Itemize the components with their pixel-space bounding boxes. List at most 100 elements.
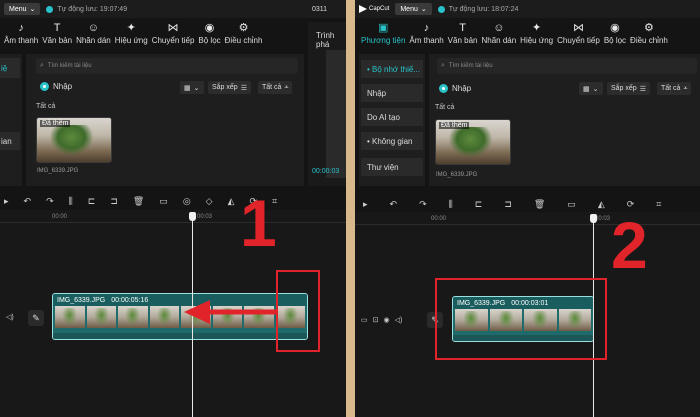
trim-left-icon[interactable]: ⊏ [88, 196, 96, 207]
text-icon: T [53, 22, 61, 34]
tool-label: Bộ lọc [603, 36, 627, 45]
sort-icon: ☰ [639, 85, 646, 93]
menu-button[interactable]: Menu ⌄ [4, 3, 41, 15]
tool-adjust[interactable]: ⚙ Điều chỉnh [223, 22, 265, 52]
media-thumbnail[interactable]: Đã thêm [36, 117, 112, 163]
tool-filters[interactable]: ◉ Bộ lọc [196, 22, 222, 52]
step-number: 2 [611, 208, 648, 282]
redo-icon[interactable]: ↷ [46, 196, 54, 207]
filter-button[interactable]: Tất cả ⩡ [657, 82, 692, 95]
view-toggle[interactable]: ▦ ⌄ [579, 82, 603, 95]
app-name: CapCut [369, 6, 390, 12]
side-item-library[interactable]: Thư viện [361, 158, 423, 176]
menu-label: Menu [400, 5, 418, 13]
trim-right-icon[interactable]: ⊐ [504, 199, 512, 210]
tool-effects[interactable]: ✦ Hiệu ứng [113, 22, 150, 52]
filter-button[interactable]: Tất cả ⩡ [258, 81, 293, 94]
import-label: Nhập [452, 84, 472, 93]
tool-audio[interactable]: ♪ Âm thanh [407, 22, 445, 52]
sort-button[interactable]: Sắp xếp ☰ [607, 82, 650, 95]
trim-left-icon[interactable]: ⊏ [475, 199, 483, 210]
app-logo: CapCut [359, 5, 389, 13]
ruler-line [355, 224, 700, 225]
import-button[interactable]: Nhập [439, 84, 471, 93]
side-item-label: • Không gian [367, 136, 413, 146]
tool-effects[interactable]: ✦ Hiệu ứng [518, 22, 555, 52]
search-placeholder: Tìm kiếm tài liệu [448, 63, 493, 69]
cover-icon[interactable]: ▭ [361, 316, 368, 324]
side-item-local[interactable]: • Bộ nhớ thiế... [361, 60, 423, 78]
cloud-save-icon [437, 5, 445, 13]
save-status-text: Tự động lưu: 19:07:49 [57, 5, 128, 13]
tool-text[interactable]: T Văn bản [446, 22, 480, 52]
side-item-import[interactable]: Nhập [361, 84, 423, 102]
edit-cover-icon[interactable]: ✎ [28, 310, 44, 326]
delete-icon[interactable]: 🗑 [133, 196, 144, 207]
track-audio-icon[interactable]: ◁) [395, 316, 403, 324]
side-item-media[interactable]: iệ [0, 58, 20, 78]
mirror-icon[interactable]: ◭ [598, 199, 605, 210]
mask-icon[interactable]: ▭ [567, 199, 576, 210]
ruler-tick-mid: 00:03 [197, 214, 213, 220]
tool-label: Âm thanh [409, 36, 444, 45]
side-item-space[interactable]: • Không gian [361, 132, 423, 150]
tool-text[interactable]: T Văn bản [40, 22, 74, 52]
tool-label: Văn bản [42, 36, 73, 45]
left-screenshot-panel: Menu ⌄ Tự động lưu: 19:07:49 0311 ♪ Âm th… [0, 0, 346, 417]
media-thumbnail[interactable]: Đã thêm [435, 119, 511, 165]
undo-icon[interactable]: ↶ [24, 196, 32, 207]
side-item-label: iệ [1, 63, 8, 73]
menu-button[interactable]: Menu ⌄ [395, 3, 432, 15]
track-audio-icon[interactable]: ◁) [6, 313, 14, 321]
filter-icon: ◉ [204, 22, 215, 34]
lock-icon[interactable]: ⊡ [373, 316, 379, 324]
chevron-down-icon: ⌄ [420, 6, 427, 13]
tool-audio[interactable]: ♪ Âm thanh [2, 22, 40, 52]
search-input[interactable]: ⌕ Tìm kiếm tài liệu [36, 58, 298, 74]
mirror-icon[interactable]: ◭ [228, 196, 235, 207]
select-arrow-icon[interactable]: ▸ [363, 199, 368, 210]
split-icon[interactable]: ⫼ [449, 199, 453, 210]
panel-divider [346, 0, 355, 417]
redo-icon[interactable]: ↷ [419, 199, 427, 210]
tool-filters[interactable]: ◉ Bộ lọc [602, 22, 628, 52]
tool-transitions[interactable]: ⋈ Chuyển tiếp [150, 22, 197, 52]
playhead-handle[interactable] [590, 214, 597, 223]
tool-label: Văn bản [447, 36, 478, 45]
track-controls: ▭ ⊡ ◉ ◁) [361, 316, 402, 324]
trim-right-icon[interactable]: ⊐ [110, 196, 118, 207]
text-icon: T [459, 22, 466, 34]
marker-icon[interactable]: ◇ [206, 196, 213, 207]
tool-sticker[interactable]: ☺ Nhãn dán [479, 22, 518, 52]
delete-icon[interactable]: 🗑 [534, 199, 545, 210]
tool-media[interactable]: ▣ Phương tiện [359, 22, 407, 52]
speed-icon[interactable]: ◎ [183, 196, 191, 207]
transition-icon: ⋈ [572, 22, 584, 34]
side-item-label: Thư viện [367, 162, 399, 172]
tool-adjust[interactable]: ⚙ Điều chỉnh [628, 22, 670, 52]
sort-button[interactable]: Sắp xếp ☰ [208, 81, 251, 94]
thumbnail-filename: IMG_6339.JPG [436, 172, 478, 178]
side-item-ai[interactable]: Do AI tạo [361, 108, 423, 126]
step-number: 1 [240, 186, 277, 260]
sort-icon: ☰ [240, 84, 247, 92]
split-icon[interactable]: ⫼ [69, 196, 73, 207]
mask-icon[interactable]: ▭ [159, 196, 168, 207]
import-button[interactable]: Nhập [40, 82, 72, 91]
search-input[interactable]: ⌕ Tìm kiếm tài liệu [437, 58, 697, 74]
section-label: Tất cả [435, 104, 455, 111]
undo-icon[interactable]: ↶ [390, 199, 398, 210]
view-toggle[interactable]: ▦ ⌄ [180, 81, 204, 94]
tool-sticker[interactable]: ☺ Nhãn dán [74, 22, 113, 52]
effects-icon: ✦ [126, 22, 136, 34]
tool-transitions[interactable]: ⋈ Chuyển tiếp [555, 22, 602, 52]
tool-label: Bộ lọc [198, 36, 221, 45]
adjust-icon: ⚙ [238, 22, 249, 34]
chevron-down-icon: ⌄ [592, 85, 599, 93]
side-item-space[interactable]: ian [0, 132, 20, 150]
save-status: Tự động lưu: 18:07:24 [437, 5, 518, 13]
eye-icon[interactable]: ◉ [384, 316, 390, 324]
select-arrow-icon[interactable]: ▸ [4, 196, 9, 207]
crop-icon[interactable]: ⌗ [656, 199, 661, 210]
playhead-handle[interactable] [189, 212, 196, 221]
